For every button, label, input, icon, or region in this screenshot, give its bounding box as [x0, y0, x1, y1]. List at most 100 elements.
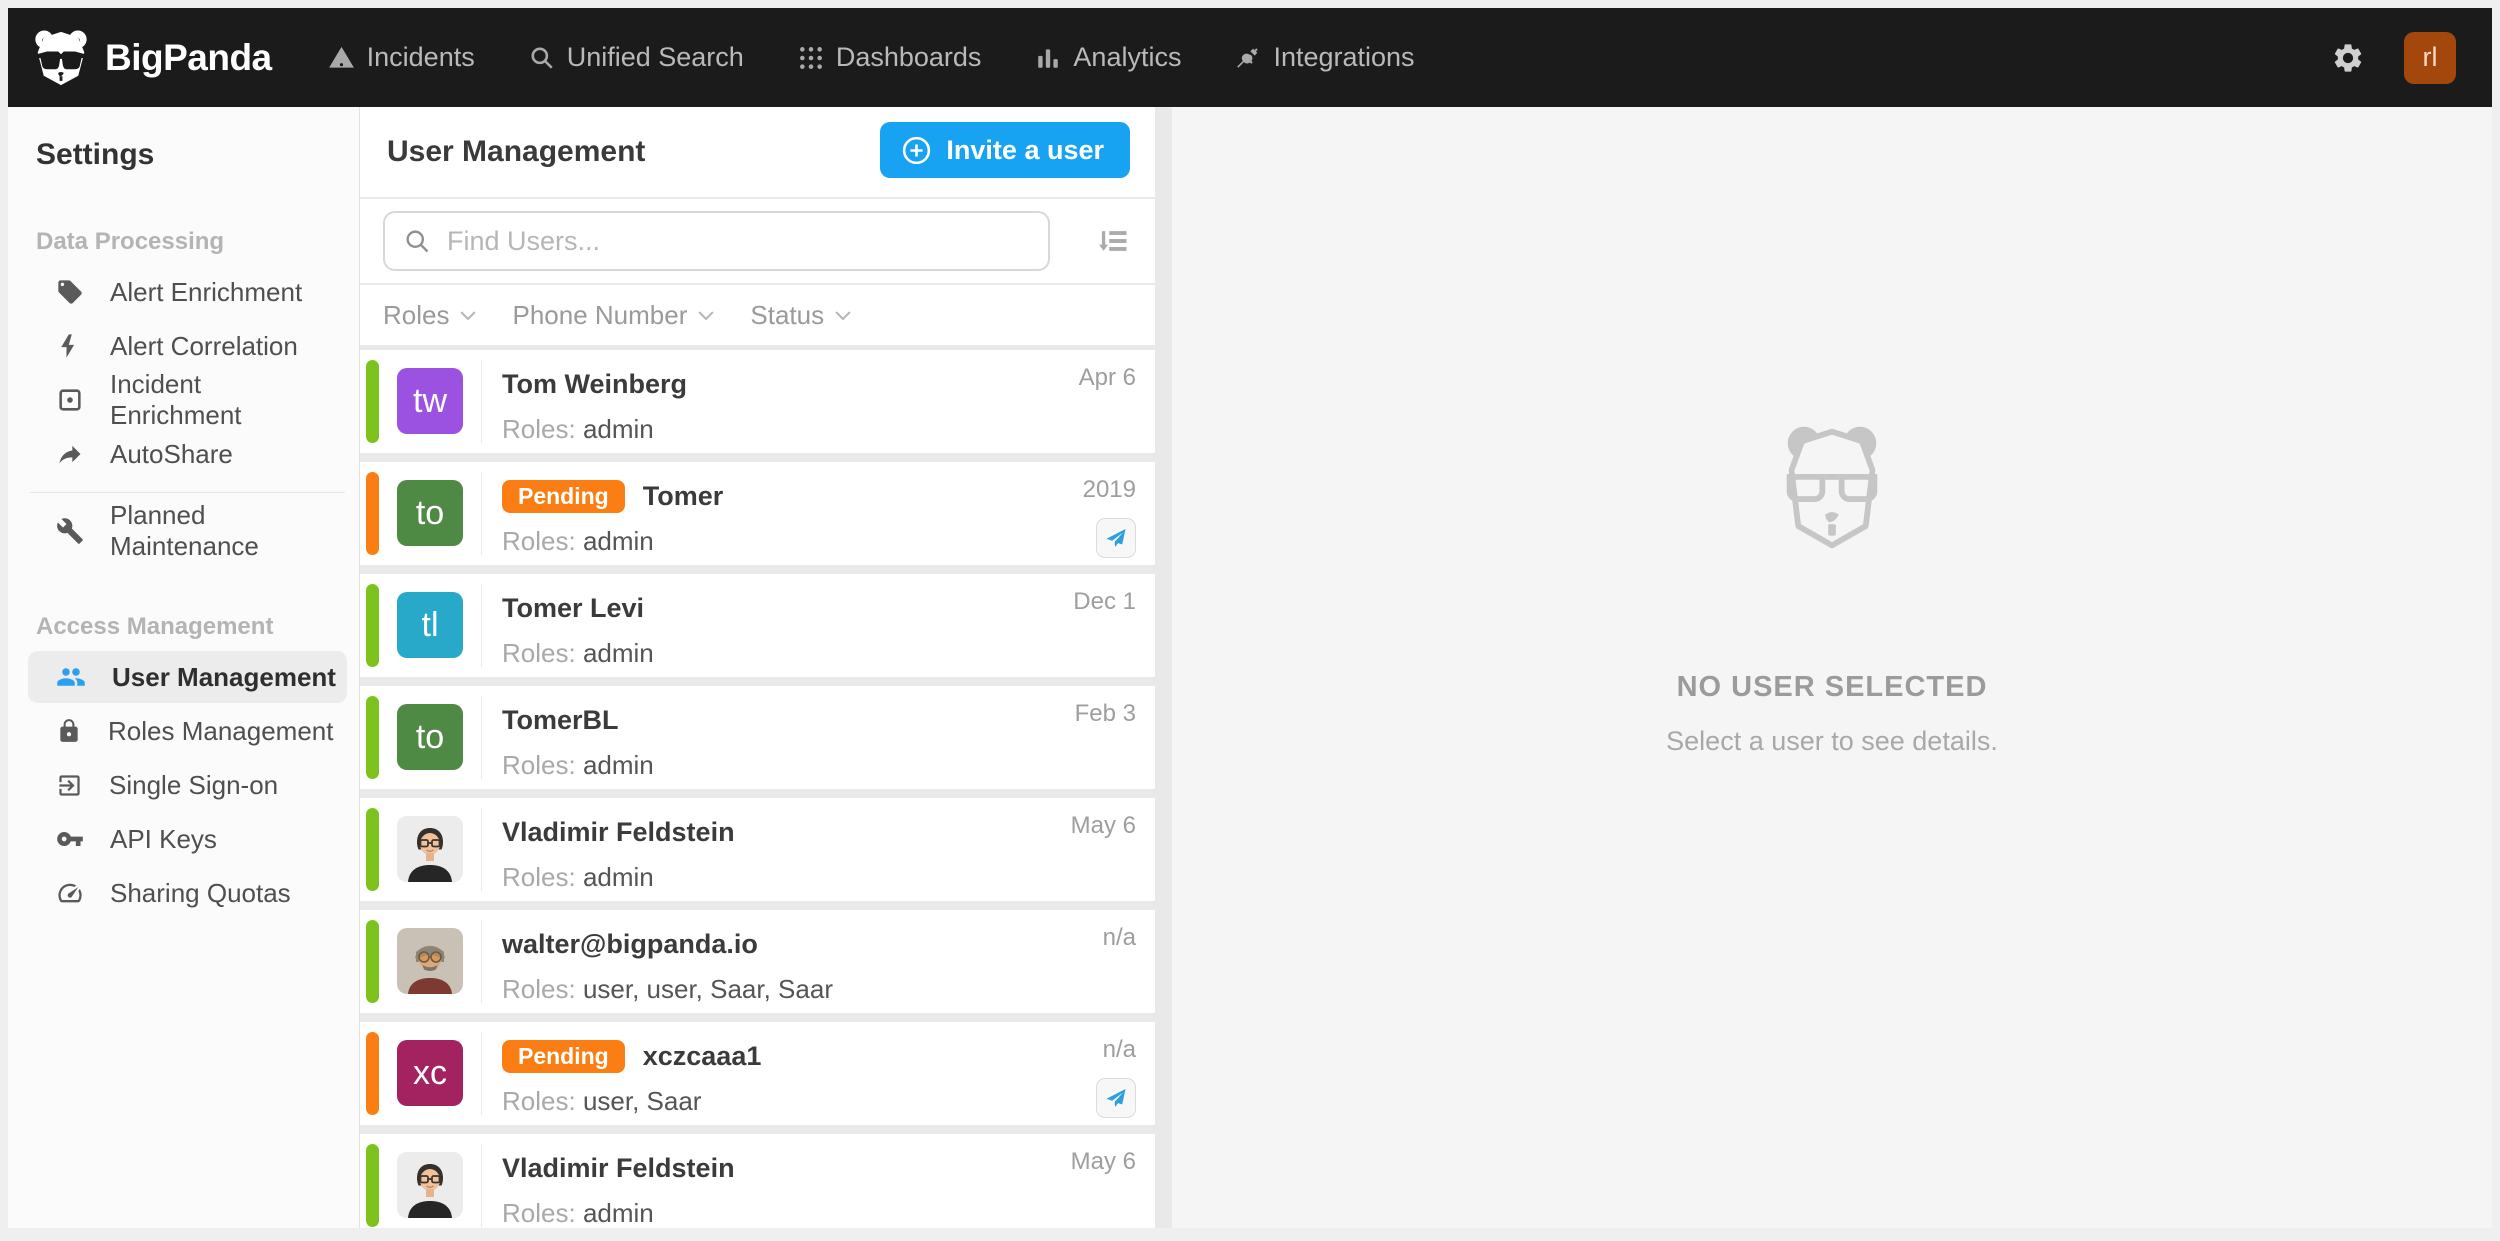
status-bar [366, 808, 379, 891]
sidebar-item-roles-management[interactable]: Roles Management [28, 705, 347, 757]
sidebar-item-label: Alert Correlation [110, 331, 298, 362]
user-row[interactable]: Vladimir Feldstein Roles: admin May 6 [360, 1134, 1155, 1228]
user-row[interactable]: xc Pending xczcaaa1 Roles: user, Saar n/… [360, 1022, 1155, 1125]
roles-label: Roles: [502, 526, 576, 556]
user-name: Tomer Levi [502, 593, 644, 624]
search-input[interactable] [447, 226, 1030, 257]
avatar: to [397, 480, 463, 546]
sidebar-item-label: Roles Management [108, 716, 333, 747]
lightning-icon [56, 332, 84, 360]
nav-item-label: Analytics [1073, 42, 1181, 73]
sort-button[interactable] [1093, 221, 1133, 261]
user-avatar[interactable]: rl [2404, 32, 2456, 84]
avatar: tw [397, 368, 463, 434]
search-box [383, 211, 1050, 271]
user-row[interactable]: Vladimir Feldstein Roles: admin May 6 [360, 798, 1155, 901]
sidebar-item-autoshare[interactable]: AutoShare [28, 428, 347, 480]
user-list-panel: User Management Invite a user [360, 107, 1155, 1228]
sidebar-title: Settings [28, 138, 347, 172]
roles-value: admin [583, 526, 654, 556]
bar-chart-icon [1035, 45, 1061, 71]
nav-item-dashboards[interactable]: Dashboards [798, 42, 982, 73]
avatar-photo [397, 928, 463, 994]
status-bar [366, 584, 379, 667]
user-row[interactable]: walter@bigpanda.io Roles: user, user, Sa… [360, 910, 1155, 1013]
sidebar-section-access-management: Access Management User Management Roles … [28, 613, 347, 919]
user-detail-panel: NO USER SELECTED Select a user to see de… [1172, 107, 2492, 1228]
avatar: tl [397, 592, 463, 658]
status-bar [366, 360, 379, 443]
nav-item-unified-search[interactable]: Unified Search [529, 42, 744, 73]
filter-label: Phone Number [512, 300, 687, 331]
gauge-icon [56, 879, 84, 907]
share-arrow-icon [56, 440, 84, 468]
avatar: xc [397, 1040, 463, 1106]
sidebar-item-api-keys[interactable]: API Keys [28, 813, 347, 865]
grid-icon [798, 45, 824, 71]
filter-status[interactable]: Status [750, 300, 851, 331]
filter-phone-number[interactable]: Phone Number [512, 300, 714, 331]
user-date: May 6 [1071, 812, 1136, 840]
user-name: Vladimir Feldstein [502, 1153, 735, 1184]
nav-item-incidents[interactable]: Incidents [328, 42, 475, 73]
sidebar-item-planned-maintenance[interactable]: Planned Maintenance [28, 505, 347, 557]
resend-invite-button[interactable] [1096, 518, 1136, 558]
roles-label: Roles: [502, 862, 576, 892]
sort-icon [1095, 223, 1131, 259]
user-row[interactable]: to Pending Tomer Roles: admin 2019 [360, 462, 1155, 565]
sidebar-item-label: Sharing Quotas [110, 878, 291, 909]
user-date: Feb 3 [1075, 700, 1136, 728]
nav-item-label: Incidents [367, 42, 475, 73]
users-icon [56, 662, 86, 692]
filter-bar: Roles Phone Number Status [360, 285, 1155, 345]
square-dot-icon [56, 386, 84, 414]
user-info: TomerBL Roles: admin [502, 703, 654, 781]
sidebar-item-label: Incident Enrichment [110, 369, 337, 431]
row-divider [481, 1144, 482, 1227]
brand-name: BigPanda [105, 37, 272, 79]
chevron-down-icon [460, 310, 476, 321]
row-divider [481, 1032, 482, 1115]
nav-item-label: Integrations [1273, 42, 1414, 73]
chevron-down-icon [835, 310, 851, 321]
sidebar-item-alert-correlation[interactable]: Alert Correlation [28, 320, 347, 372]
settings-gear-button[interactable] [2328, 38, 2368, 78]
user-date: May 6 [1071, 1148, 1136, 1176]
sidebar-item-alert-enrichment[interactable]: Alert Enrichment [28, 266, 347, 318]
nav-item-label: Unified Search [567, 42, 744, 73]
user-date: 2019 [1083, 476, 1136, 504]
user-name: xczcaaa1 [643, 1041, 762, 1072]
tools-icon [56, 517, 84, 545]
filter-roles[interactable]: Roles [383, 300, 476, 331]
roles-value: admin [583, 862, 654, 892]
user-info: Vladimir Feldstein Roles: admin [502, 815, 735, 893]
user-info: Tom Weinberg Roles: admin [502, 367, 687, 445]
avatar-photo [397, 1152, 463, 1218]
user-info: Tomer Levi Roles: admin [502, 591, 654, 669]
page-title: User Management [387, 135, 645, 169]
sidebar-item-single-sign-on[interactable]: Single Sign-on [28, 759, 347, 811]
avatar: to [397, 704, 463, 770]
nav-item-integrations[interactable]: Integrations [1235, 42, 1414, 73]
sidebar-item-incident-enrichment[interactable]: Incident Enrichment [28, 374, 347, 426]
sidebar-item-label: AutoShare [110, 439, 233, 470]
lock-icon [56, 718, 82, 744]
sidebar-item-user-management[interactable]: User Management [28, 651, 347, 703]
warning-triangle-icon [328, 44, 355, 71]
invite-user-button[interactable]: Invite a user [880, 122, 1130, 178]
empty-state-title: NO USER SELECTED [1677, 671, 1988, 704]
user-row[interactable]: tw Tom Weinberg Roles: admin Apr 6 [360, 350, 1155, 453]
panda-outline-icon [1779, 417, 1885, 585]
nav-item-analytics[interactable]: Analytics [1035, 42, 1181, 73]
resend-invite-button[interactable] [1096, 1078, 1136, 1118]
filter-label: Roles [383, 300, 449, 331]
user-name: walter@bigpanda.io [502, 929, 758, 960]
bigpanda-logo[interactable]: BigPanda [33, 28, 272, 88]
pending-badge: Pending [502, 1040, 625, 1073]
sidebar-item-sharing-quotas[interactable]: Sharing Quotas [28, 867, 347, 919]
roles-value: admin [583, 638, 654, 668]
status-bar [366, 1032, 379, 1115]
user-row[interactable]: tl Tomer Levi Roles: admin Dec 1 [360, 574, 1155, 677]
user-info: walter@bigpanda.io Roles: user, user, Sa… [502, 927, 833, 1005]
user-row[interactable]: to TomerBL Roles: admin Feb 3 [360, 686, 1155, 789]
